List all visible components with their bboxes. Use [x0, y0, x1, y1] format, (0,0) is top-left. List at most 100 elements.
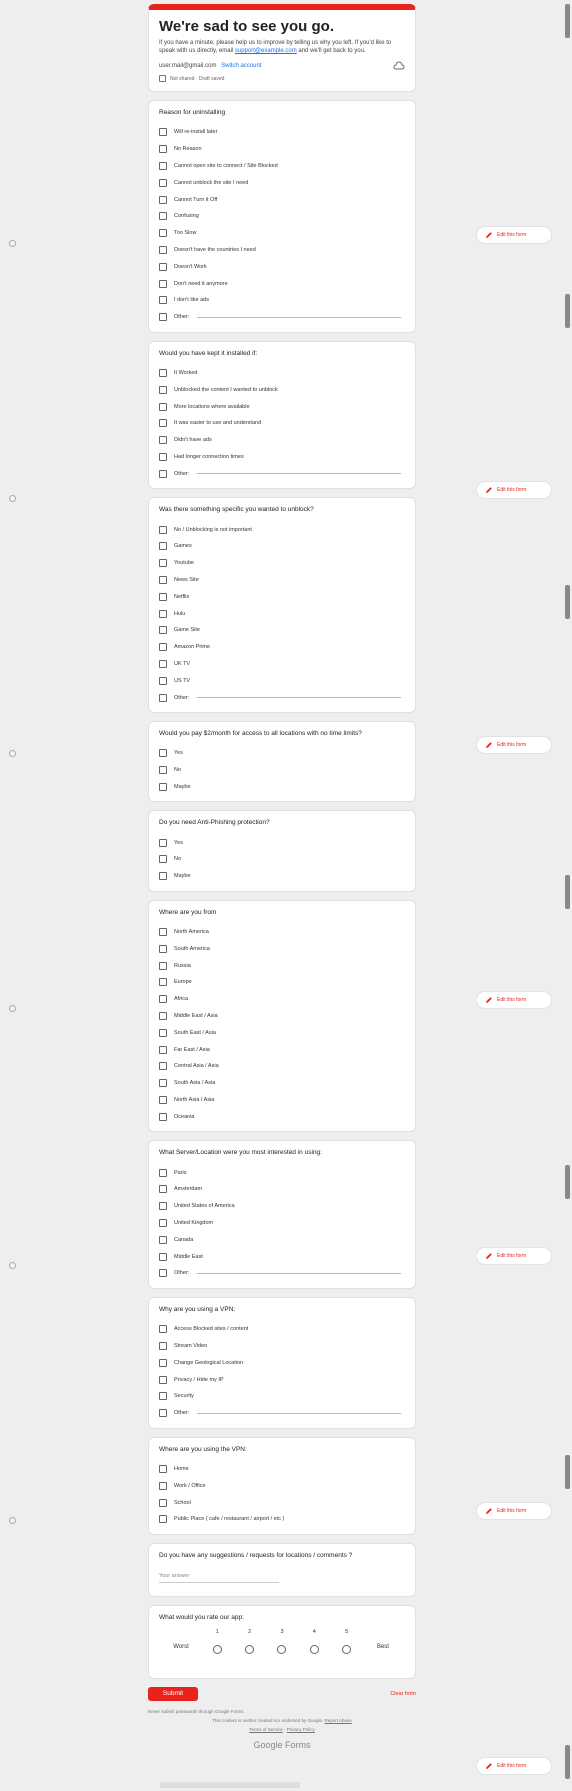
checkbox[interactable]: [159, 128, 167, 137]
checkbox-option[interactable]: Other:: [159, 465, 405, 482]
checkbox[interactable]: [159, 693, 167, 702]
checkbox-option[interactable]: Didn't have ads: [159, 432, 405, 449]
report-abuse-link[interactable]: Report Abuse: [325, 1718, 352, 1723]
checkbox[interactable]: [159, 575, 167, 584]
checkbox[interactable]: [159, 402, 167, 411]
checkbox[interactable]: [159, 452, 167, 461]
radio-button[interactable]: [212, 1644, 222, 1654]
checkbox[interactable]: [159, 961, 167, 970]
checkbox-option[interactable]: Work / Office: [159, 1477, 405, 1494]
checkbox-option[interactable]: Don't need it anymore: [159, 275, 405, 292]
checkbox-option[interactable]: Cannot open site to connect / Site Block…: [159, 158, 405, 175]
checkbox-option[interactable]: Hulu: [159, 605, 405, 622]
checkbox[interactable]: [159, 1079, 167, 1088]
checkbox-option[interactable]: Privacy / Hide my IP: [159, 1371, 405, 1388]
checkbox[interactable]: [159, 313, 167, 322]
checkbox[interactable]: [159, 1325, 167, 1334]
edit-form-button[interactable]: Edit this form: [476, 481, 552, 499]
checkbox-option[interactable]: No: [159, 851, 405, 868]
checkbox-option[interactable]: No: [159, 762, 405, 779]
rating-option-3[interactable]: 3: [272, 1629, 292, 1654]
checkbox-option[interactable]: Game Site: [159, 622, 405, 639]
checkbox[interactable]: [159, 525, 167, 534]
checkbox-option[interactable]: Far East / Asia: [159, 1041, 405, 1058]
checkbox-option[interactable]: Amsterdam: [159, 1181, 405, 1198]
checkbox[interactable]: [159, 559, 167, 568]
checkbox-option[interactable]: Cannot unblock the site I need: [159, 174, 405, 191]
checkbox[interactable]: [159, 643, 167, 652]
edit-form-button[interactable]: Edit this form: [476, 736, 552, 754]
checkbox-option[interactable]: Russia: [159, 957, 405, 974]
checkbox[interactable]: [159, 145, 167, 154]
checkbox-option[interactable]: No Reason: [159, 141, 405, 158]
checkbox-option[interactable]: Other:: [159, 689, 405, 706]
checkbox-option[interactable]: Will re-install later: [159, 124, 405, 141]
checkbox-option[interactable]: North America: [159, 924, 405, 941]
checkbox-option[interactable]: Other:: [159, 1405, 405, 1422]
checkbox-option[interactable]: Maybe: [159, 779, 405, 796]
checkbox-option[interactable]: Paris: [159, 1164, 405, 1181]
checkbox[interactable]: [159, 1269, 167, 1278]
other-text-input[interactable]: [197, 316, 401, 318]
checkbox[interactable]: [159, 592, 167, 601]
checkbox-option[interactable]: Oceania: [159, 1108, 405, 1125]
checkbox-option[interactable]: School: [159, 1494, 405, 1511]
checkbox-option[interactable]: Doesn't have the countries I need: [159, 242, 405, 259]
checkbox-option[interactable]: News Site: [159, 572, 405, 589]
checkbox-option[interactable]: No / Unblocking is not important: [159, 521, 405, 538]
checkbox[interactable]: [159, 436, 167, 445]
checkbox[interactable]: [159, 749, 167, 758]
checkbox[interactable]: [159, 1375, 167, 1384]
checkbox[interactable]: [159, 872, 167, 881]
checkbox-option[interactable]: Security: [159, 1388, 405, 1405]
checkbox[interactable]: [159, 766, 167, 775]
checkbox[interactable]: [159, 838, 167, 847]
checkbox[interactable]: [159, 1028, 167, 1037]
checkbox[interactable]: [159, 279, 167, 288]
checkbox-option[interactable]: US TV: [159, 672, 405, 689]
checkbox[interactable]: [159, 385, 167, 394]
other-text-input[interactable]: [197, 473, 401, 475]
checkbox-option[interactable]: Had longer connection times: [159, 449, 405, 466]
checkbox[interactable]: [159, 1185, 167, 1194]
checkbox-option[interactable]: Confusing: [159, 208, 405, 225]
checkbox-option[interactable]: Cannot Turn it Off: [159, 191, 405, 208]
checkbox[interactable]: [159, 626, 167, 635]
checkbox-option[interactable]: It was easier to use and understand: [159, 415, 405, 432]
checkbox-option[interactable]: North Asia / Asia: [159, 1092, 405, 1109]
radio-button[interactable]: [245, 1644, 255, 1654]
checkbox-option[interactable]: Access Blocked sites / content: [159, 1321, 405, 1338]
checkbox-option[interactable]: Too Slow: [159, 225, 405, 242]
checkbox[interactable]: [159, 1012, 167, 1021]
checkbox-option[interactable]: South America: [159, 940, 405, 957]
checkbox[interactable]: [159, 1096, 167, 1105]
clear-form-link[interactable]: Clear form: [390, 1691, 416, 1697]
checkbox-option[interactable]: Africa: [159, 991, 405, 1008]
checkbox-option[interactable]: South East / Asia: [159, 1024, 405, 1041]
checkbox-option[interactable]: Yes: [159, 745, 405, 762]
checkbox[interactable]: [159, 1219, 167, 1228]
checkbox-option[interactable]: Yes: [159, 834, 405, 851]
checkbox-option[interactable]: South Asia / Asia: [159, 1075, 405, 1092]
checkbox-option[interactable]: Change Geological Location: [159, 1354, 405, 1371]
checkbox[interactable]: [159, 1168, 167, 1177]
checkbox[interactable]: [159, 419, 167, 428]
checkbox-option[interactable]: Netflix: [159, 588, 405, 605]
checkbox-option[interactable]: United Kingdom: [159, 1215, 405, 1232]
checkbox[interactable]: [159, 944, 167, 953]
radio-button[interactable]: [309, 1644, 319, 1654]
checkbox-option[interactable]: Other:: [159, 309, 405, 326]
checkbox[interactable]: [159, 212, 167, 221]
checkbox[interactable]: [159, 1515, 167, 1524]
checkbox-option[interactable]: Public Place ( cafe / restaurant / airpo…: [159, 1511, 405, 1528]
checkbox[interactable]: [159, 1481, 167, 1490]
checkbox[interactable]: [159, 245, 167, 254]
edit-form-button[interactable]: Edit this form: [476, 1757, 552, 1775]
privacy-link[interactable]: Privacy Policy: [287, 1727, 315, 1732]
checkbox[interactable]: [159, 229, 167, 238]
checkbox-option[interactable]: I don't like ads: [159, 292, 405, 309]
checkbox[interactable]: [159, 1498, 167, 1507]
checkbox[interactable]: [159, 928, 167, 937]
edit-form-button[interactable]: Edit this form: [476, 991, 552, 1009]
rating-option-5[interactable]: 5: [337, 1629, 357, 1654]
